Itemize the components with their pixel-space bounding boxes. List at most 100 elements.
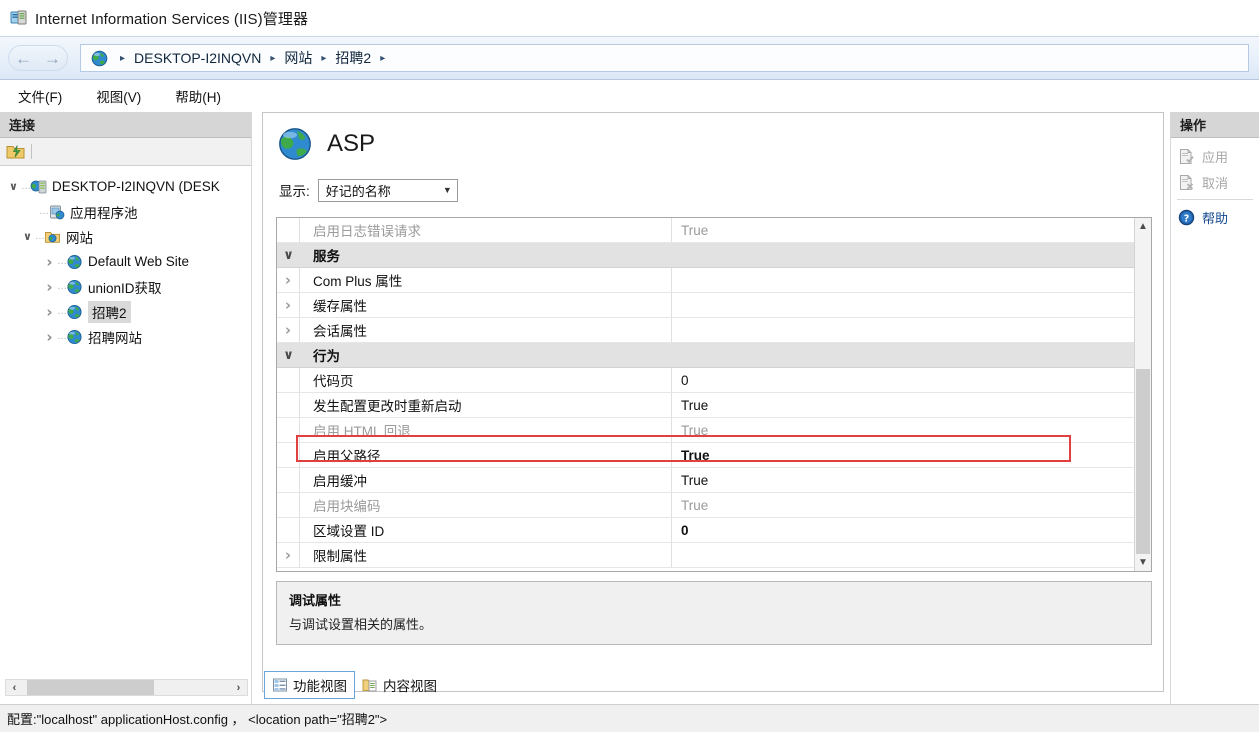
features-view-icon [272, 677, 288, 693]
breadcrumb-item-server[interactable]: DESKTOP-I2INQVN [134, 50, 261, 66]
chevron-right-icon[interactable] [42, 328, 57, 346]
chevron-down-icon[interactable] [20, 230, 35, 243]
property-value[interactable]: True [672, 493, 1134, 517]
property-value[interactable]: 0 [672, 518, 1134, 542]
tree-item-zhaopin-site[interactable]: … 招聘网站 [0, 324, 251, 349]
chevron-down-icon[interactable] [6, 180, 21, 193]
tree-item-sites[interactable]: … 网站 [0, 224, 251, 249]
chevron-right-icon[interactable] [42, 278, 57, 296]
chevron-up-icon[interactable]: ▲ [1135, 218, 1151, 235]
chevron-down-icon[interactable] [283, 348, 294, 363]
tab-features-view[interactable]: 功能视图 [264, 671, 355, 699]
table-row[interactable]: 启用 HTML 回退 True [277, 418, 1134, 443]
property-value[interactable]: True [672, 418, 1134, 442]
property-value[interactable]: True [672, 443, 1134, 467]
actions-header: 操作 [1171, 112, 1259, 138]
row-expander-cell[interactable] [277, 318, 300, 342]
row-expander-cell [277, 393, 300, 417]
connect-to-server-icon[interactable] [6, 143, 25, 160]
scroll-left-icon[interactable]: ‹ [6, 682, 23, 694]
chevron-right-icon[interactable] [285, 296, 291, 314]
table-row[interactable]: 会话属性 [277, 318, 1134, 343]
description-panel: 调试属性 与调试设置相关的属性。 [276, 581, 1152, 645]
breadcrumb-separator: ▸ [120, 53, 125, 64]
table-row[interactable]: 代码页 0 [277, 368, 1134, 393]
arrow-right-icon[interactable]: → [38, 45, 68, 71]
action-help[interactable]: ? 帮助 [1171, 204, 1259, 230]
tree-line: … [57, 331, 66, 342]
tree-item-app-pools[interactable]: … 应用程序池 [0, 199, 251, 224]
property-value[interactable]: True [672, 218, 1134, 242]
tree-line: … [21, 181, 30, 192]
property-grid-scrollbar[interactable]: ▲ ▼ [1134, 218, 1151, 571]
breadcrumb-item-sites[interactable]: 网站 [284, 48, 312, 68]
show-dropdown[interactable]: 好记的名称 ▼ [318, 179, 458, 202]
table-row[interactable]: 限制属性 [277, 543, 1134, 568]
scroll-track[interactable] [23, 680, 230, 695]
chevron-right-icon[interactable] [42, 303, 57, 321]
chevron-right-icon[interactable] [285, 321, 291, 339]
action-cancel[interactable]: 取消 [1171, 169, 1259, 195]
row-expander-cell[interactable] [277, 293, 300, 317]
menu-help[interactable]: 帮助(H) [171, 83, 225, 109]
connections-toolbar [0, 138, 251, 166]
property-value[interactable]: True [672, 468, 1134, 492]
tree-item-server[interactable]: … DESKTOP-I2INQVN (DESK [0, 174, 251, 199]
tab-content-view[interactable]: 内容视图 [355, 672, 444, 698]
chevron-right-icon[interactable] [285, 546, 291, 564]
tree-item-zhaopin2[interactable]: … 招聘2 [0, 299, 251, 324]
table-row-enable-parent-paths[interactable]: 启用父路径 True [277, 443, 1134, 468]
actions-divider [1177, 199, 1253, 200]
property-name: 发生配置更改时重新启动 [300, 393, 672, 417]
property-value[interactable] [672, 318, 1134, 342]
breadcrumb[interactable]: ▸ DESKTOP-I2INQVN ▸ 网站 ▸ 招聘2 ▸ [80, 44, 1249, 72]
row-expander-cell [277, 218, 300, 242]
tree-item-label: unionID获取 [88, 277, 162, 297]
menu-view[interactable]: 视图(V) [92, 83, 145, 109]
chevron-right-icon[interactable] [42, 253, 57, 271]
tree-line: … [39, 206, 48, 217]
chevron-down-icon[interactable]: ▼ [443, 185, 452, 195]
table-row[interactable]: 缓存属性 [277, 293, 1134, 318]
scroll-thumb[interactable] [27, 680, 154, 695]
action-apply[interactable]: 应用 [1171, 143, 1259, 169]
property-value[interactable]: True [672, 393, 1134, 417]
tree-line: … [57, 306, 66, 317]
arrow-left-icon[interactable]: ← [8, 45, 38, 71]
scroll-thumb[interactable] [1136, 369, 1150, 554]
tree-item-default-web-site[interactable]: … Default Web Site [0, 249, 251, 274]
table-row[interactable]: 启用日志错误请求 True [277, 218, 1134, 243]
property-value[interactable] [672, 268, 1134, 292]
tree-item-unionid[interactable]: … unionID获取 [0, 274, 251, 299]
iis-manager-icon [10, 9, 28, 27]
table-row[interactable]: 区域设置 ID 0 [277, 518, 1134, 543]
iis-manager-window: Internet Information Services (IIS)管理器 ←… [0, 0, 1259, 732]
chevron-down-icon[interactable]: ▼ [1135, 554, 1151, 571]
table-row[interactable]: 启用块编码 True [277, 493, 1134, 518]
table-row-category[interactable]: 服务 [277, 243, 1134, 268]
breadcrumb-item-site[interactable]: 招聘2 [335, 48, 371, 68]
row-expander-cell[interactable] [277, 543, 300, 567]
navigation-buttons: ← → [8, 45, 68, 71]
connections-horizontal-scrollbar[interactable]: ‹ › [5, 679, 248, 696]
chevron-down-icon[interactable] [283, 248, 294, 263]
property-grid[interactable]: 启用日志错误请求 True 服务 Com Plus 属性 缓存属性 [276, 217, 1152, 572]
table-row[interactable]: 启用缓冲 True [277, 468, 1134, 493]
chevron-right-icon[interactable] [285, 271, 291, 289]
tree-item-label: 网站 [66, 227, 93, 247]
table-row-category[interactable]: 行为 [277, 343, 1134, 368]
property-value[interactable] [672, 543, 1134, 567]
action-label: 帮助 [1202, 208, 1228, 227]
row-expander-cell[interactable] [277, 243, 300, 267]
menu-file[interactable]: 文件(F) [14, 83, 66, 109]
property-value[interactable] [672, 293, 1134, 317]
row-expander-cell [277, 418, 300, 442]
table-row[interactable]: Com Plus 属性 [277, 268, 1134, 293]
table-row[interactable]: 发生配置更改时重新启动 True [277, 393, 1134, 418]
property-value[interactable]: 0 [672, 368, 1134, 392]
row-expander-cell[interactable] [277, 343, 300, 367]
tree-line: … [57, 256, 66, 267]
scroll-right-icon[interactable]: › [230, 682, 247, 694]
row-expander-cell[interactable] [277, 268, 300, 292]
app-pools-icon [48, 204, 65, 220]
